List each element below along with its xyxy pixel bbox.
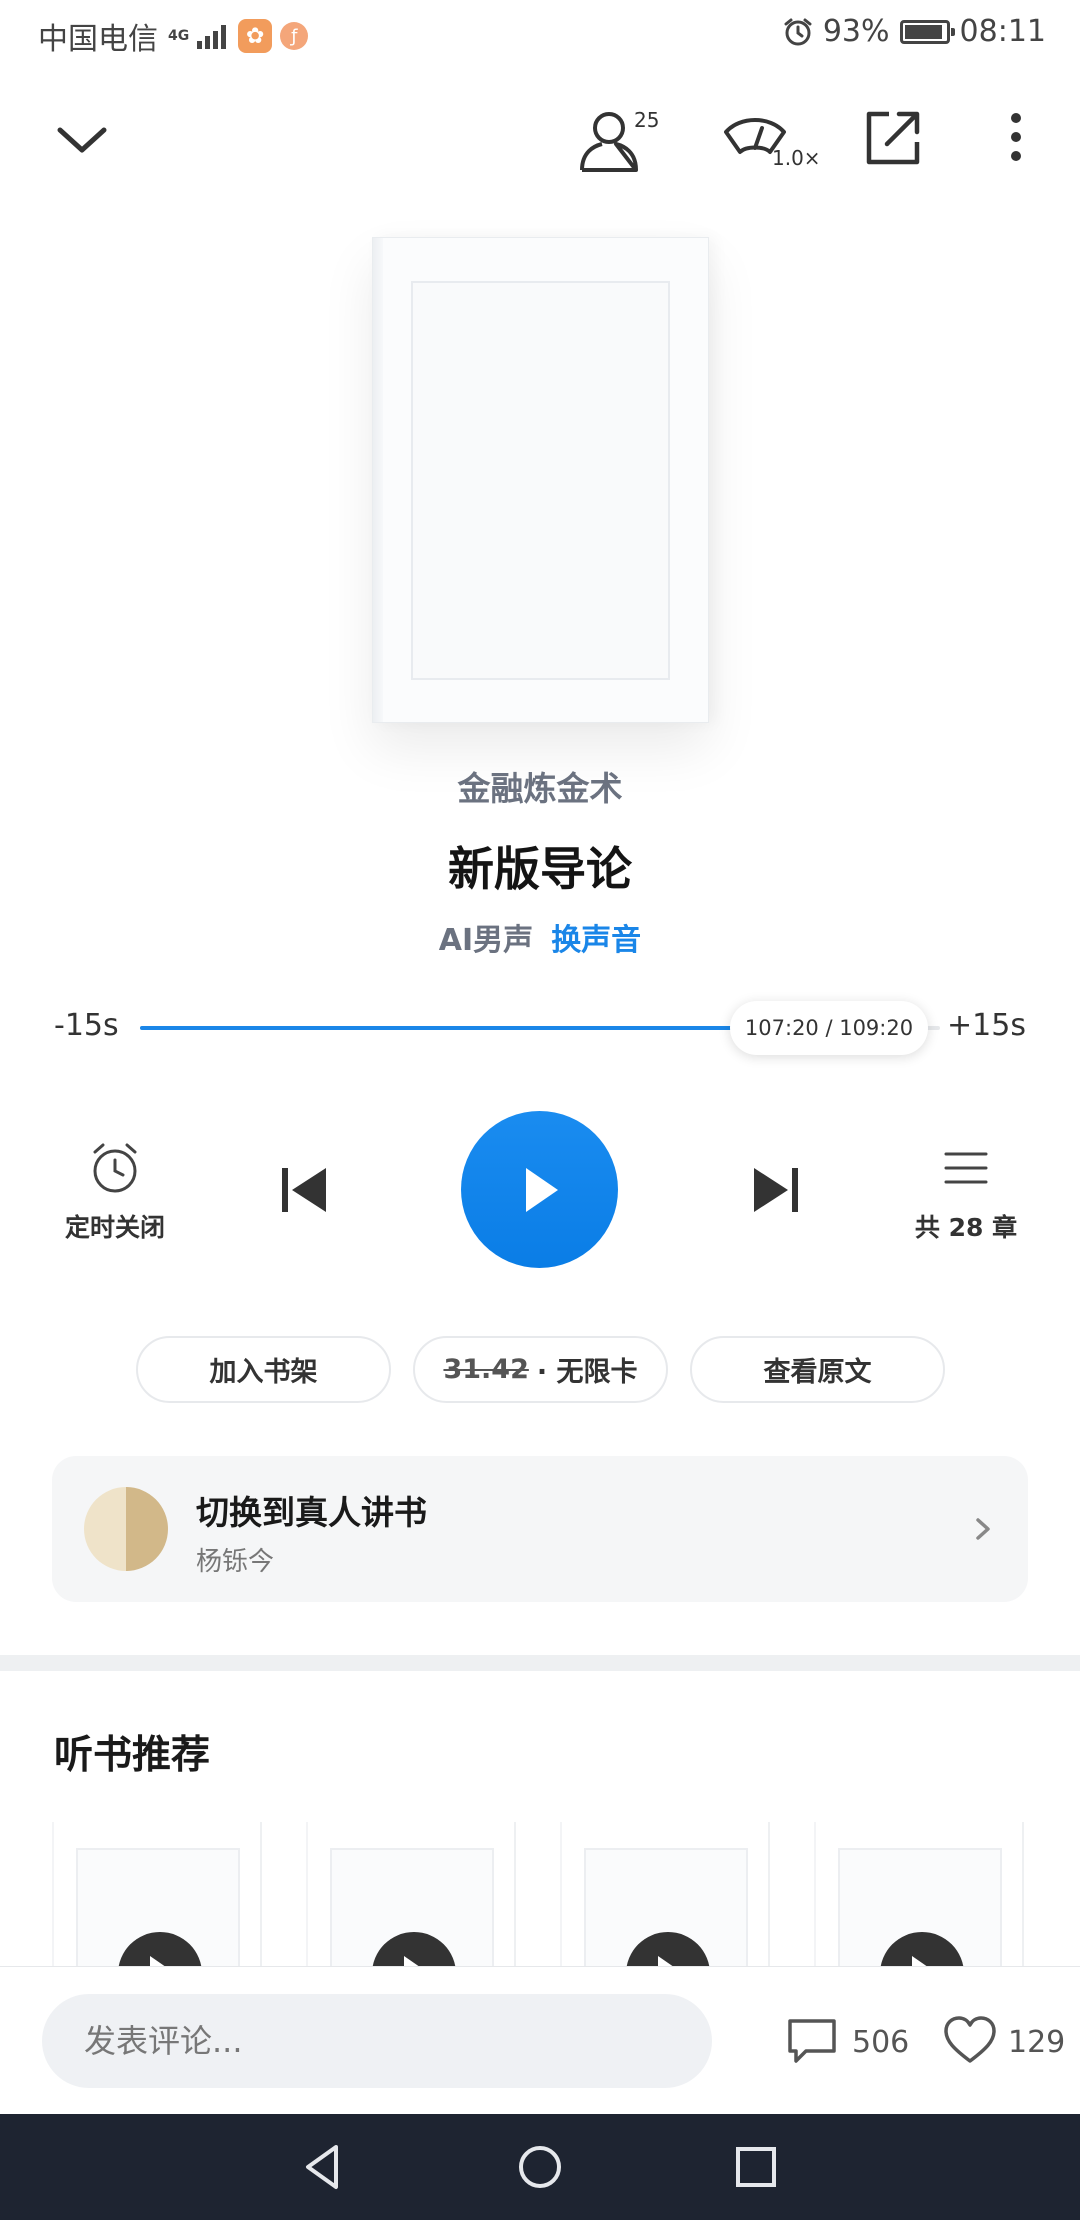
unlimited-card-button[interactable]: 31.42 · 无限卡 bbox=[413, 1336, 668, 1403]
skip-next-icon bbox=[754, 1168, 798, 1212]
progress-thumb[interactable]: 107:20 / 109:20 bbox=[730, 1001, 928, 1055]
cover-spine bbox=[373, 238, 383, 722]
sleep-timer-button[interactable]: 定时关闭 bbox=[60, 1140, 170, 1250]
view-original-label: 查看原文 bbox=[763, 1357, 872, 1388]
comment-bar: 506 129 bbox=[0, 1966, 1080, 2114]
chapter-list-button[interactable]: 共 28 章 bbox=[908, 1140, 1024, 1250]
skip-forward-15-button[interactable]: +15s bbox=[947, 1008, 1026, 1043]
switch-voice-link[interactable]: 换声音 bbox=[551, 915, 641, 959]
listeners-button[interactable]: 25 bbox=[572, 100, 682, 180]
back-icon[interactable] bbox=[294, 2137, 354, 2197]
audiobook-player-screen: 中国电信 4G ✿ ƒ 93% 08:11 25 1.0× 金融炼金术 新版导论… bbox=[0, 0, 1080, 2220]
battery-icon bbox=[899, 19, 955, 44]
book-cover bbox=[372, 237, 709, 723]
speed-value: 1.0× bbox=[772, 146, 821, 170]
narrator-name: 杨铄今 bbox=[196, 1547, 275, 1577]
skip-back-15-button[interactable]: -15s bbox=[54, 1008, 119, 1043]
battery-percent: 93% bbox=[822, 14, 890, 49]
voice-name: AI男声 bbox=[438, 923, 534, 958]
collapse-button[interactable] bbox=[42, 100, 122, 180]
next-chapter-button[interactable] bbox=[744, 1158, 808, 1222]
chapter-count-label: 共 28 章 bbox=[914, 1213, 1018, 1242]
share-button[interactable] bbox=[853, 100, 933, 180]
likes-count: 129 bbox=[1008, 2025, 1066, 2060]
play-icon bbox=[525, 1167, 558, 1212]
notification-app-icon-2: ƒ bbox=[280, 22, 309, 50]
chevron-down-icon bbox=[57, 127, 107, 153]
narrator-avatar bbox=[84, 1487, 168, 1571]
signal-icon bbox=[197, 23, 227, 49]
comment-input[interactable] bbox=[42, 1994, 712, 2088]
share-icon bbox=[866, 111, 920, 165]
book-title[interactable]: 金融炼金术 bbox=[0, 762, 1080, 810]
network-type: 4G bbox=[168, 28, 190, 44]
notification-app-icon: ✿ bbox=[238, 19, 273, 53]
user-icon bbox=[580, 112, 638, 172]
add-to-shelf-button[interactable]: 加入书架 bbox=[136, 1336, 391, 1403]
comments-count: 506 bbox=[852, 2025, 910, 2060]
cover-frame bbox=[411, 281, 670, 680]
alarm-icon bbox=[784, 18, 812, 45]
like-button[interactable]: 129 bbox=[942, 2013, 1072, 2073]
more-vertical-icon bbox=[1011, 113, 1021, 161]
sleep-timer-label: 定时关闭 bbox=[64, 1213, 165, 1242]
chevron-right-icon bbox=[976, 1518, 990, 1540]
heart-icon bbox=[944, 2016, 996, 2063]
unlimited-card-label: · 无限卡 bbox=[536, 1357, 638, 1388]
previous-chapter-button[interactable] bbox=[272, 1158, 336, 1222]
recommendations-heading: 听书推荐 bbox=[54, 1733, 211, 1778]
speed-button[interactable]: 1.0× bbox=[720, 100, 830, 180]
view-original-button[interactable]: 查看原文 bbox=[690, 1336, 945, 1403]
list-icon bbox=[944, 1152, 988, 1184]
comments-button[interactable]: 506 bbox=[784, 2013, 914, 2073]
play-button[interactable] bbox=[461, 1111, 618, 1268]
chapter-title: 新版导论 bbox=[448, 842, 632, 896]
skip-previous-icon bbox=[282, 1168, 326, 1212]
switch-reader-title: 切换到真人讲书 bbox=[196, 1493, 427, 1532]
carrier-name: 中国电信 bbox=[38, 22, 158, 57]
alarm-clock-icon bbox=[93, 1143, 137, 1193]
system-navigation-bar bbox=[0, 2114, 1080, 2220]
clock: 08:11 bbox=[959, 14, 1046, 49]
section-divider bbox=[0, 1655, 1080, 1671]
recents-icon[interactable] bbox=[726, 2137, 786, 2197]
progress-fill bbox=[140, 1026, 750, 1030]
listeners-count: 25 bbox=[634, 108, 660, 132]
add-to-shelf-label: 加入书架 bbox=[209, 1357, 318, 1388]
status-bar: 中国电信 4G ✿ ƒ 93% 08:11 bbox=[0, 0, 1080, 66]
home-icon[interactable] bbox=[510, 2137, 570, 2197]
voice-row: AI男声 换声音 bbox=[0, 915, 1080, 959]
status-right: 93% 08:11 bbox=[783, 14, 1046, 49]
original-price: 31.42 bbox=[443, 1354, 529, 1385]
comment-icon bbox=[788, 2019, 836, 2063]
more-button[interactable] bbox=[976, 100, 1056, 180]
status-left: 中国电信 4G ✿ ƒ bbox=[38, 14, 309, 58]
switch-to-human-reader-card[interactable]: 切换到真人讲书 杨铄今 bbox=[52, 1456, 1028, 1602]
